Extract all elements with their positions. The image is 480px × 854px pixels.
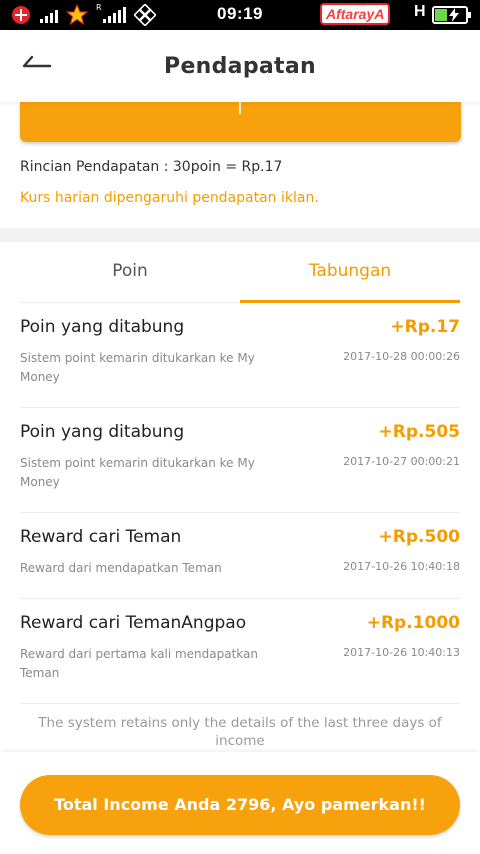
list-item[interactable]: Reward cari Teman +Rp.500 Reward dari me… bbox=[20, 513, 460, 599]
status-bar: R 09:19 AftarayA H bbox=[0, 0, 480, 30]
transaction-title: Poin yang ditabung bbox=[20, 317, 185, 337]
list-item[interactable]: Poin yang ditabung +Rp.17 Sistem point k… bbox=[20, 303, 460, 408]
retention-note: The system retains only the details of t… bbox=[38, 715, 442, 749]
transaction-title: Reward cari TemanAngpao bbox=[20, 613, 247, 633]
transaction-description: Reward dari mendapatkan Teman bbox=[20, 561, 222, 575]
transaction-amount: +Rp.505 bbox=[378, 422, 460, 442]
transaction-amount: +Rp.17 bbox=[390, 317, 460, 337]
transaction-description: Sistem point kemarin ditukarkan ke My Mo… bbox=[20, 351, 255, 384]
transaction-description: Sistem point kemarin ditukarkan ke My Mo… bbox=[20, 456, 255, 489]
transaction-list: Poin yang ditabung +Rp.17 Sistem point k… bbox=[20, 303, 460, 704]
carrier-brand-badge: AftarayA bbox=[320, 3, 391, 25]
income-summary-card: Rincian Pendapatan : 30poin = Rp.17 Kurs… bbox=[0, 102, 480, 228]
battery-charging-icon bbox=[432, 6, 471, 24]
transaction-timestamp: 2017-10-26 10:40:18 bbox=[343, 560, 460, 573]
transaction-title: Poin yang ditabung bbox=[20, 422, 185, 442]
tab-bar: Poin Tabungan bbox=[20, 242, 460, 303]
transaction-timestamp: 2017-10-26 10:40:13 bbox=[343, 646, 460, 659]
transaction-timestamp: 2017-10-28 00:00:26 bbox=[343, 350, 460, 363]
income-banner bbox=[20, 102, 461, 142]
income-rate-detail: Rincian Pendapatan : 30poin = Rp.17 bbox=[20, 159, 283, 175]
tab-tabungan[interactable]: Tabungan bbox=[240, 242, 460, 303]
transaction-amount: +Rp.1000 bbox=[366, 613, 460, 633]
transaction-amount: +Rp.500 bbox=[378, 527, 460, 547]
share-income-button[interactable]: Total Income Anda 2796, Ayo pamerkan!! bbox=[20, 775, 460, 835]
section-divider bbox=[0, 228, 480, 242]
list-item[interactable]: Poin yang ditabung +Rp.505 Sistem point … bbox=[20, 408, 460, 513]
transaction-title: Reward cari Teman bbox=[20, 527, 182, 547]
transaction-description: Reward dari pertama kali mendapatkan Tem… bbox=[20, 647, 259, 680]
transaction-timestamp: 2017-10-27 00:00:21 bbox=[343, 455, 460, 468]
network-type: H bbox=[414, 3, 426, 20]
page-title: Pendapatan bbox=[164, 54, 316, 79]
clock: 09:19 bbox=[217, 4, 263, 23]
tab-poin[interactable]: Poin bbox=[20, 242, 240, 303]
list-item[interactable]: Reward cari TemanAngpao +Rp.1000 Reward … bbox=[20, 599, 460, 704]
app-header: Pendapatan bbox=[0, 30, 480, 102]
exchange-rate-note: Kurs harian dipengaruhi pendapatan iklan… bbox=[20, 190, 319, 206]
bottom-bar: Total Income Anda 2796, Ayo pamerkan!! bbox=[0, 752, 480, 854]
